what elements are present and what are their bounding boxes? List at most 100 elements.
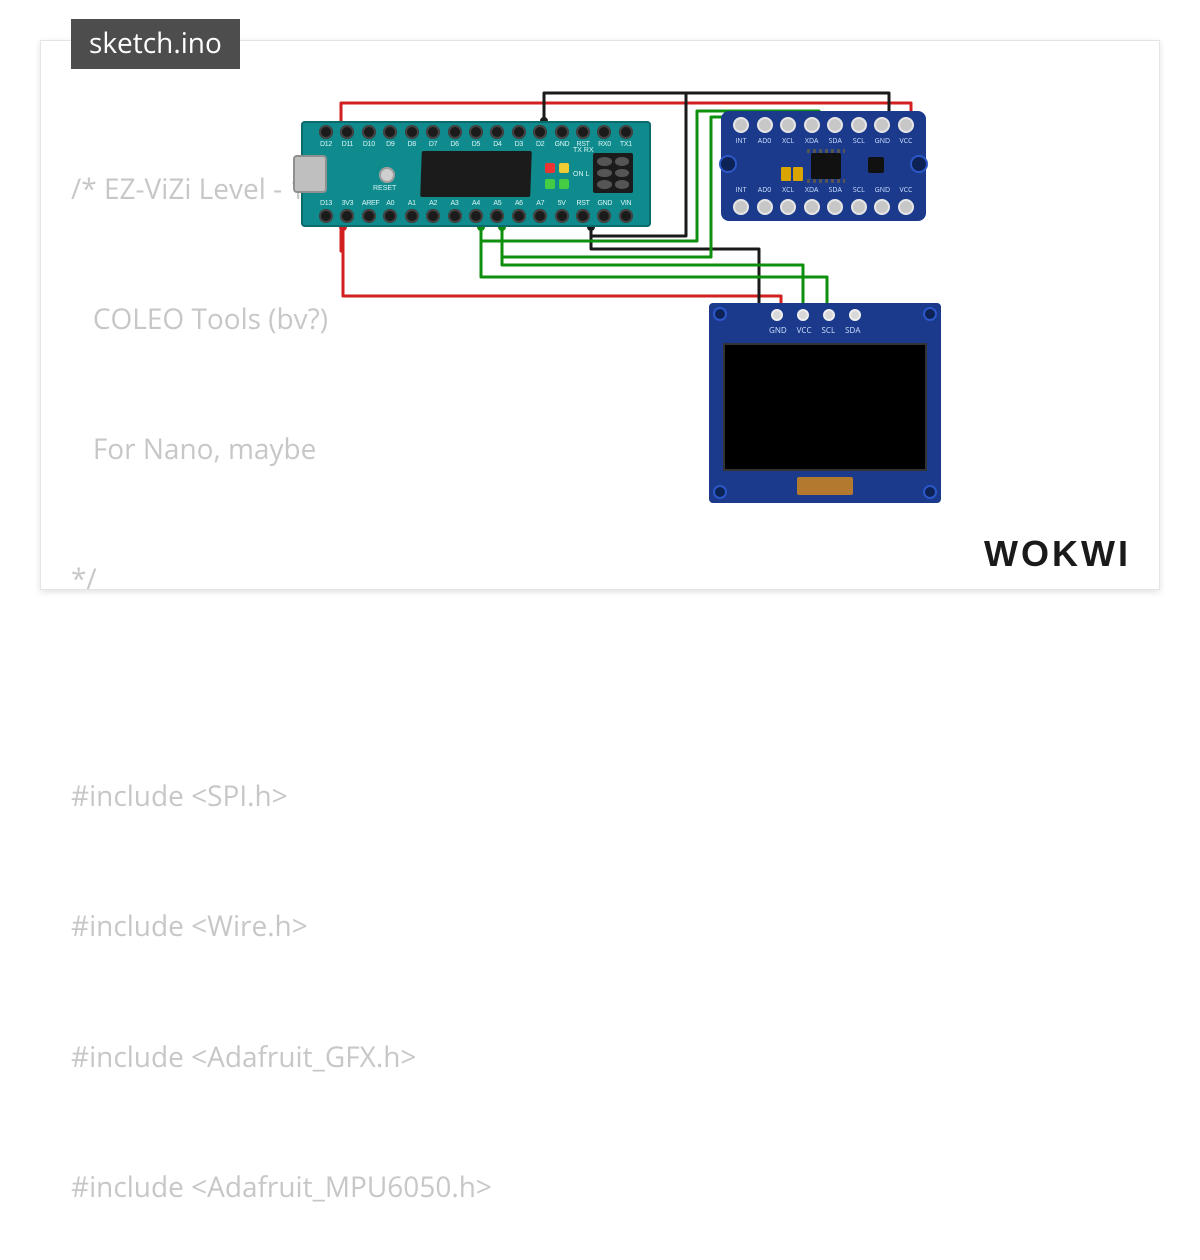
reset-button[interactable] [379,167,395,183]
mount-hole-icon [713,307,727,321]
pin-label: RX0 [597,141,611,148]
pin-label: D8 [405,141,419,148]
board-pin[interactable] [340,125,354,139]
sensor-top-labels: INTAD0XCLXDASDASCLGNDVCC [733,137,914,146]
pin-label: A2 [426,200,440,207]
file-tab[interactable]: sketch.ino [71,19,240,69]
board-pin[interactable] [469,125,483,139]
board-pin[interactable] [426,125,440,139]
pin-hole-icon[interactable] [757,117,773,133]
board-pin[interactable] [533,125,547,139]
pin-hole-icon[interactable] [898,199,914,215]
pin-hole-icon[interactable] [804,199,820,215]
board-pin[interactable] [383,209,397,223]
sensor-ic-icon [811,153,841,179]
board-pin[interactable] [469,209,483,223]
pin-hole-icon[interactable] [851,117,867,133]
oled-pin-label: GND [769,325,787,336]
board-pin[interactable] [319,125,333,139]
regulator-ic-icon [868,157,884,173]
board-pin[interactable] [426,209,440,223]
board-pin[interactable] [340,209,354,223]
board-pin[interactable] [362,209,376,223]
board-pin[interactable] [490,125,504,139]
board-pin[interactable] [597,125,611,139]
oled-pin-label: SCL [822,325,836,336]
code-line: #include <Adafruit_MPU6050.h> [71,1166,591,1209]
board-pin[interactable] [405,209,419,223]
pin-label: SCL [851,137,867,146]
led-icon [545,179,555,189]
pin-hole-icon[interactable] [851,199,867,215]
pin-hole-icon[interactable] [898,117,914,133]
usb-port-icon [293,155,327,193]
board-pin[interactable] [448,125,462,139]
board-pin[interactable] [555,209,569,223]
pin-label: TX1 [619,141,633,148]
reset-label: RESET [373,185,396,193]
board-pin[interactable] [576,209,590,223]
board-pin[interactable] [512,209,526,223]
pin-label: XDA [804,137,820,146]
capacitor-icon [781,167,791,181]
circuit-canvas[interactable]: RESET TX RX ON L D12D11D10D9D8D7D6D5D4D3… [291,81,991,521]
pin-label: D12 [319,141,333,148]
pin-label: D11 [340,141,354,148]
pin-label: AREF [362,200,376,207]
board-pin[interactable] [597,209,611,223]
pin-hole-icon[interactable] [804,117,820,133]
pin-hole-icon[interactable] [874,199,890,215]
board-pin[interactable] [576,125,590,139]
board-pin[interactable] [362,125,376,139]
board-pin[interactable] [555,125,569,139]
board-pin[interactable] [533,209,547,223]
editor-card: sketch.ino /* EZ-ViZi Level - 1.0 24/10/… [40,40,1160,590]
mpu6050-module[interactable]: INTAD0XCLXDASDASCLGNDVCC VCCGNDSCLSDAXDA… [721,111,926,221]
pin-label: D9 [383,141,397,148]
pin-label: A3 [448,200,462,207]
arduino-nano-board[interactable]: RESET TX RX ON L D12D11D10D9D8D7D6D5D4D3… [301,121,651,227]
oled-pin-label: VCC [797,325,812,336]
pin-label: D7 [426,141,440,148]
pin-hole-icon[interactable] [733,199,749,215]
file-tab-label: sketch.ino [89,24,222,62]
code-line: #include <Wire.h> [71,905,591,948]
pin-label: GND [555,141,569,148]
pin-label: D3 [512,141,526,148]
pin-row-top [319,125,633,139]
pin-label: D6 [448,141,462,148]
board-pin[interactable] [448,209,462,223]
pin-label: XCL [780,186,796,195]
pin-hole-icon[interactable] [827,199,843,215]
pin-label: 5V [555,200,569,207]
board-pin[interactable] [319,209,333,223]
pin-row-bottom [319,209,633,223]
pin-hole-icon[interactable] [780,117,796,133]
pin-hole-icon[interactable] [780,199,796,215]
led-icon [559,179,569,189]
board-pin[interactable] [405,125,419,139]
board-pin[interactable] [383,125,397,139]
board-pin[interactable] [619,209,633,223]
mcu-chip-icon [420,151,532,197]
board-pin[interactable] [512,125,526,139]
pin-hole-icon[interactable] [874,117,890,133]
board-pin[interactable] [490,209,504,223]
pin-label: VIN [619,200,633,207]
pin-labels-bottom: D133V3AREFA0A1A2A3A4A5A6A75VRSTGNDVIN [319,200,633,207]
pin-label: D10 [362,141,376,148]
pin-label: D4 [490,141,504,148]
flex-cable-icon [797,477,853,495]
mount-hole-icon [923,485,937,499]
pin-label: INT [733,137,749,146]
pin-label: INT [733,186,749,195]
oled-display-module[interactable]: GND VCC SCL SDA [709,303,941,503]
pin-hole-icon[interactable] [827,117,843,133]
pin-hole-icon[interactable] [733,117,749,133]
pin-label: A7 [533,200,547,207]
mount-hole-icon [923,307,937,321]
mount-hole-icon [910,155,928,173]
pin-label: VCC [898,137,914,146]
board-pin[interactable] [619,125,633,139]
pin-hole-icon[interactable] [757,199,773,215]
